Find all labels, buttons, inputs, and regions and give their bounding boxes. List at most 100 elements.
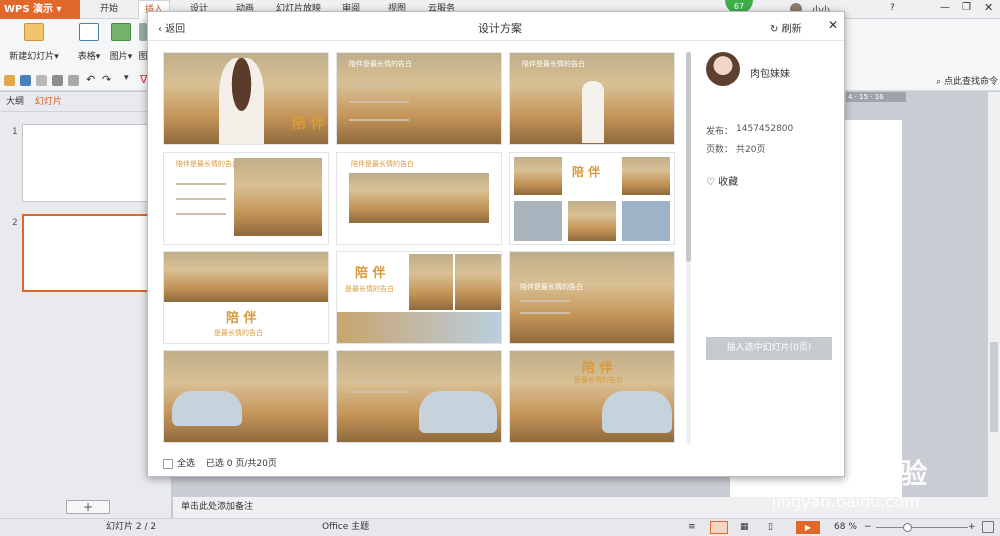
table-label: 表格 [77, 52, 96, 62]
image-label: 图片 [109, 52, 128, 62]
template-card[interactable]: 陪伴是最长情的告白 [509, 251, 675, 344]
sorter-view-icon[interactable]: ▦ [740, 519, 749, 536]
app-title: WPS 演示 [4, 4, 54, 15]
print-icon[interactable] [52, 75, 63, 86]
selection-footer: 全选 已选 0 页/共20页 [163, 456, 277, 469]
text-line [349, 379, 409, 381]
back-button[interactable]: ‹ 返回 [158, 20, 185, 35]
heart-icon: ♡ [706, 177, 715, 188]
open-folder-icon[interactable] [4, 75, 15, 86]
refresh-icon: ↻ [770, 24, 779, 35]
normal-view-icon[interactable] [710, 521, 728, 534]
template-card[interactable]: 陪 伴 是最长情的告白 [163, 251, 329, 344]
refresh-button[interactable]: ↻ 刷新 [770, 20, 802, 35]
text-line [349, 119, 409, 121]
template-card[interactable]: 陪伴是最长情的告白 [336, 52, 502, 145]
undo-icon[interactable]: ↶ [86, 73, 95, 86]
save-icon[interactable] [20, 75, 31, 86]
notes-placeholder: 单击此处添加备注 [181, 502, 254, 512]
restore-icon[interactable]: ❐ [962, 2, 971, 13]
theme-name: Office 主题 [322, 522, 370, 532]
template-scrollbar[interactable] [686, 52, 691, 444]
tab-home[interactable]: 开始 [100, 0, 118, 19]
refresh-label: 刷新 [781, 24, 802, 35]
watermark-url: jingyan.baidu.com [772, 492, 920, 511]
ruler: 4 · 15 · 16 [846, 92, 906, 102]
selection-count: 已选 0 页/共20页 [205, 459, 277, 469]
author-name[interactable]: 肉包妹妹 [750, 65, 790, 80]
dialog-title: 设计方案 [478, 22, 522, 35]
template-card[interactable]: 陪伴是最长情的告白 [509, 52, 675, 145]
card-heading: 陪伴是最长情的告白 [176, 160, 239, 168]
template-card[interactable]: 陪 伴 [509, 152, 675, 245]
image-icon [111, 23, 131, 41]
close-window-icon[interactable]: ✕ [984, 1, 993, 14]
card-photo [622, 201, 670, 241]
card-photo [234, 158, 322, 236]
card-photo [514, 201, 562, 241]
add-slide-button[interactable]: + [66, 500, 110, 514]
card-heading: 陪伴是最长情的告白 [349, 60, 412, 68]
template-card[interactable]: 陪 伴 [163, 52, 329, 145]
zoom-slider[interactable] [876, 527, 968, 528]
author-avatar[interactable] [706, 52, 740, 86]
wps-app-menu[interactable]: WPS 演示 ▾ [0, 0, 80, 19]
template-card[interactable] [336, 350, 502, 443]
card-photo [337, 312, 501, 343]
text-line [349, 391, 409, 393]
table-button[interactable]: 表格▾ [74, 23, 104, 62]
new-slide-button[interactable]: 新建幻灯片▾ [6, 23, 62, 62]
search-icon: ⌕ [936, 77, 942, 87]
zoom-out-icon[interactable]: − [864, 519, 872, 536]
publish-value: 1457452800 [736, 124, 794, 134]
text-line [520, 300, 570, 302]
template-card[interactable]: 陪 伴 是最长情的告白 [336, 251, 502, 344]
zoom-slider-handle[interactable] [903, 523, 912, 532]
redo-icon[interactable]: ↷ [102, 73, 111, 86]
vertical-scrollbar[interactable] [988, 92, 1000, 497]
card-title: 陪 伴 [572, 165, 601, 179]
reading-view-icon[interactable]: ▯ [768, 519, 773, 536]
car-image [419, 391, 497, 433]
customize-arrow-icon[interactable]: ▾ [124, 73, 129, 83]
table-icon [79, 23, 99, 41]
select-all-checkbox[interactable] [163, 458, 173, 469]
notes-toggle-icon[interactable]: ≡ [688, 519, 696, 536]
shape-icon [139, 23, 147, 41]
card-photo [164, 252, 328, 302]
text-line [349, 83, 409, 85]
card-photo [409, 254, 453, 310]
card-heading: 陪伴是最长情的告白 [351, 160, 414, 168]
template-card[interactable]: 陪伴是最长情的告白 [336, 152, 502, 245]
fit-window-icon[interactable] [982, 521, 994, 533]
card-photo [622, 157, 670, 195]
insert-selected-button[interactable]: 插入选中幻灯片(0页) [706, 337, 832, 360]
scrollbar-thumb[interactable] [990, 342, 998, 432]
minimize-icon[interactable]: — [940, 2, 950, 13]
command-search[interactable]: ⌕ 点此查找命令 [936, 74, 998, 87]
status-bar: 幻灯片 2 / 2 Office 主题 ≡ ▦ ▯ ▶ 68 % − + [0, 518, 1000, 536]
text-line [349, 101, 409, 103]
publish-label: 发布： [706, 127, 734, 137]
car-image [602, 391, 672, 433]
export-pdf-icon[interactable] [36, 75, 47, 86]
tab-outline[interactable]: 大纲 [6, 97, 24, 107]
template-scrollbar-thumb[interactable] [686, 52, 691, 262]
preview-icon[interactable] [68, 75, 79, 86]
favorite-button[interactable]: ♡ 收藏 [706, 173, 738, 188]
dialog-header: ‹ 返回 设计方案 ↻ 刷新 ✕ [148, 12, 844, 41]
template-card[interactable]: 陪伴是最长情的告白 [163, 152, 329, 245]
close-dialog-icon[interactable]: ✕ [828, 18, 838, 32]
zoom-level[interactable]: 68 % [834, 519, 857, 536]
template-card[interactable]: 陪 伴 是最长情的告白 [509, 350, 675, 443]
tab-slides[interactable]: 幻灯片 [35, 97, 62, 107]
help-icon[interactable]: ? [890, 3, 895, 13]
zoom-in-icon[interactable]: + [968, 519, 976, 536]
car-image [172, 391, 242, 426]
play-slideshow-button[interactable]: ▶ [796, 521, 820, 534]
card-title: 陪 伴 [355, 266, 386, 281]
template-card[interactable] [163, 350, 329, 443]
select-all-label[interactable]: 全选 [177, 459, 195, 469]
pages-value: 共20页 [736, 145, 766, 155]
image-button[interactable]: 图片▾ [106, 23, 136, 62]
